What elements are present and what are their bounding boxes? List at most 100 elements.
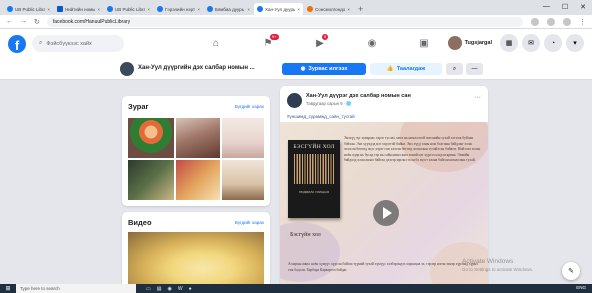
system-tray[interactable]: ENG [576, 285, 586, 290]
maximize-button[interactable]: ☐ [562, 3, 568, 11]
more-dots-icon[interactable]: ··· [474, 94, 481, 101]
search-icon: ⌕ [452, 65, 457, 72]
post-timestamp[interactable]: Тавдугаар сарын 9 · 🌐 [306, 101, 352, 107]
messenger-icon[interactable]: ✉ [522, 34, 540, 52]
facebook-favicon-icon [207, 6, 213, 12]
windows-start-icon[interactable]: ⊞ [0, 284, 16, 293]
browser-tab[interactable]: UB Public Librar × [4, 3, 53, 15]
extension-icon[interactable] [547, 17, 555, 26]
back-arrow-icon[interactable]: ← [6, 18, 13, 25]
browser-tab[interactable]: Нийтийн номын с× [54, 3, 103, 15]
taskbar-search-placeholder: Type here to search [20, 286, 60, 291]
close-tab-icon[interactable]: × [147, 7, 150, 12]
new-tab-button[interactable]: + [358, 3, 363, 15]
browser-tab[interactable]: Сонсмолгондо × [304, 3, 353, 15]
gaming-icon[interactable]: ▣ [398, 29, 450, 58]
profile-button[interactable]: Tugsjargal [446, 34, 496, 52]
browser-tab[interactable]: Гэрэлийн нэрт × [154, 3, 203, 15]
taskbar-search-input[interactable]: Type here to search [16, 284, 136, 293]
facebook-main-nav: ⌂ ⚑ 9+ ▶ 9 ◉ ▣ [190, 29, 450, 58]
close-tab-icon[interactable]: × [347, 7, 350, 12]
word-icon[interactable]: W [178, 286, 183, 292]
browser-tab[interactable]: Бямбаа дуурь × [204, 3, 253, 15]
compose-edit-icon[interactable]: ✎ [562, 262, 580, 280]
facebook-favicon-icon [107, 6, 113, 12]
photo-thumbnail[interactable] [222, 118, 264, 158]
home-icon[interactable]: ⌂ [190, 29, 242, 58]
close-tab-icon[interactable]: × [97, 7, 100, 12]
send-message-button[interactable]: ◉ Зурвас илгээх [282, 63, 366, 75]
forward-arrow-icon[interactable]: → [20, 18, 27, 25]
app-icon[interactable]: ● [189, 286, 192, 292]
windows-taskbar: ⊞ Type here to search ▭ ▤ ◉ W ● ENG [0, 284, 592, 293]
groups-icon[interactable]: ◉ [346, 29, 398, 58]
tab-label: Бямбаа дуурь [215, 6, 245, 12]
see-all-photos-link[interactable]: Бүгдийг харах [235, 104, 264, 109]
book-cover-title: БЭСГҮЙН ХОЛ [293, 144, 335, 150]
book-label: Бэсгүйн хол [290, 232, 321, 238]
messenger-icon: ◉ [300, 66, 306, 72]
address-bar: ← → ↻ facebook.com/HanuulPublicLibrary ⋮ [0, 15, 592, 29]
chrome-icon[interactable]: ◉ [167, 286, 171, 292]
notification-badge: 9 [322, 34, 329, 40]
extension-icon[interactable] [531, 17, 539, 26]
close-tab-icon[interactable]: × [297, 7, 300, 12]
see-all-videos-link[interactable]: Бүгдийг харах [235, 220, 264, 225]
avatar [447, 36, 462, 50]
page-more-button[interactable]: — [466, 63, 483, 75]
like-page-button[interactable]: 👍 Таалагдаж [370, 63, 442, 75]
browser-menu-icon[interactable]: ⋮ [579, 18, 586, 26]
taskbar-pinned-apps: ▭ ▤ ◉ W ● [146, 286, 192, 292]
browser-tab-active[interactable]: Хан-Уул дуурь × [254, 3, 303, 15]
play-button[interactable] [373, 200, 399, 226]
notification-badge: 9+ [270, 34, 279, 40]
profile-name: Tugsjargal [464, 40, 492, 46]
notifications-bell-icon[interactable]: ◔ [544, 34, 562, 52]
page-post: Хан-Уул дүүрэг дэх салбар номын сан Тавд… [280, 86, 488, 293]
facebook-favicon-icon [7, 6, 13, 12]
tab-label: UB Public Librar [115, 6, 146, 12]
tab-label: Сонсмолгондо [315, 6, 346, 12]
account-dropdown-icon[interactable]: ▾ [566, 34, 584, 52]
book-cover: БЭСГҮЙН ХОЛ ЛЮДМИЛА УЛИЦКАЯ [288, 140, 340, 218]
post-video[interactable]: БЭСГҮЙН ХОЛ ЛЮДМИЛА УЛИЦКАЯ Бэсгүйн хол … [280, 122, 488, 293]
page-avatar[interactable] [120, 62, 134, 76]
facebook-logo-icon[interactable]: f [8, 34, 26, 53]
page-search-button[interactable]: ⌕ [446, 63, 463, 75]
page-title[interactable]: Хан-Уул дүүргийн дэх салбар номын ... [138, 65, 255, 71]
minimize-button[interactable]: — [543, 3, 550, 11]
play-icon [383, 207, 392, 219]
facebook-search-input[interactable]: ⌕ Фэйсбүүкээс хайх [32, 35, 124, 52]
flag-icon[interactable]: ⚑ 9+ [242, 29, 294, 58]
photo-thumbnail[interactable] [176, 118, 220, 158]
task-view-icon[interactable]: ▭ [146, 286, 151, 292]
url-field[interactable]: facebook.com/HanuulPublicLibrary [46, 16, 523, 27]
menu-grid-icon[interactable]: ▦ [500, 34, 518, 52]
photo-thumbnail[interactable] [222, 160, 264, 200]
activate-windows-subtitle: Go to Settings to activate Windows. [462, 267, 534, 272]
thumbs-up-icon: 👍 [386, 66, 394, 72]
post-author-avatar[interactable] [287, 93, 302, 108]
profile-avatar-icon[interactable] [563, 17, 571, 26]
photo-thumbnail[interactable] [176, 160, 220, 200]
facebook-favicon-icon [257, 6, 263, 12]
like-label: Таалагдаж [396, 66, 426, 72]
post-author-name[interactable]: Хан-Уул дүүрэг дэх салбар номын сан [306, 93, 411, 99]
video-icon[interactable]: ▶ 9 [294, 29, 346, 58]
search-placeholder: Фэйсбүүкээс хайх [46, 40, 92, 47]
close-tab-icon[interactable]: × [47, 7, 50, 12]
close-tab-icon[interactable]: × [247, 7, 250, 12]
url-text: facebook.com/HanuulPublicLibrary [52, 18, 131, 25]
close-tab-icon[interactable]: × [197, 7, 200, 12]
photo-thumbnail[interactable] [128, 118, 174, 158]
photos-card: Зураг Бүгдийг харах [122, 96, 270, 206]
tab-label: Хан-Уул дуурь [265, 6, 296, 12]
file-explorer-icon[interactable]: ▤ [157, 286, 162, 292]
facebook-top-bar: f ⌕ Фэйсбүүкээс хайх ⌂ ⚑ 9+ ▶ 9 ◉ ▣ Tugsja… [0, 29, 592, 58]
photo-thumbnail[interactable] [128, 160, 174, 200]
browser-tab[interactable]: UB Public Librar × [104, 3, 153, 15]
post-hashtag[interactable]: #уншимд_сурамжд_сайн_тусгай [287, 114, 355, 119]
close-window-button[interactable]: ✕ [580, 3, 586, 11]
reload-icon[interactable]: ↻ [34, 18, 40, 26]
tab-label: Гэрэлийн нэрт [165, 6, 196, 12]
